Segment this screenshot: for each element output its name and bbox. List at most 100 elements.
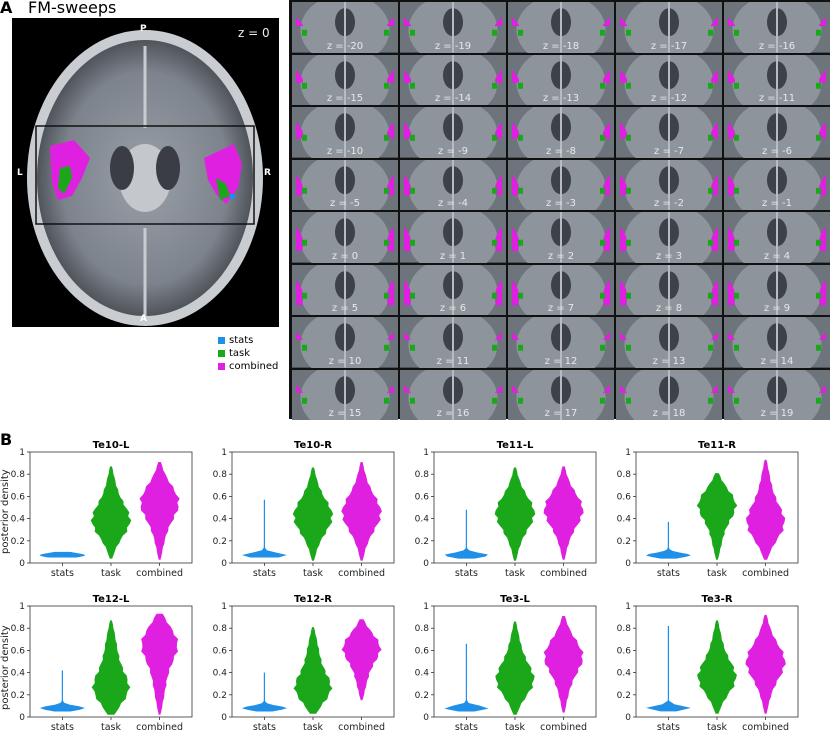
slice-tile: z = 6 [400, 264, 506, 315]
slice-label: z = 4 [763, 250, 791, 262]
slice-tile: z = 12 [508, 317, 614, 368]
violin-chart: Te12-L 0 0.2 0.4 0.6 0.8 1 stats task combined [0, 590, 194, 737]
slice-label: z = 11 [436, 355, 470, 367]
orient-right-label: R [264, 168, 271, 178]
slice-label: z = 8 [655, 303, 683, 314]
slice-tile: z = 8 [616, 264, 722, 315]
y-tick-label: 1 [19, 602, 25, 612]
legend-swatch [218, 350, 225, 357]
slice-tile: z = 11 [400, 317, 506, 368]
y-tick-label: 0.8 [213, 624, 228, 634]
y-tick-label: 0.2 [415, 537, 429, 547]
slice-label: z = -14 [434, 93, 472, 104]
slice-label: z = 6 [439, 303, 467, 314]
violin-chart: Te12-R 0 0.2 0.4 0.6 0.8 1 stats task combined [202, 590, 396, 737]
slice-tile: z = -4 [400, 159, 506, 210]
y-tick-label: 1 [19, 448, 25, 458]
x-tick-label: stats [51, 722, 74, 733]
axial-brain-image: P A L R z = 0 [12, 18, 279, 327]
x-tick-label: combined [540, 722, 587, 733]
slice-label: z = -20 [326, 40, 364, 52]
y-tick-label: 0.8 [415, 470, 430, 480]
slice-label: z = -10 [326, 145, 364, 157]
y-tick-label: 0.8 [617, 624, 632, 634]
slice-tile: z = 18 [616, 369, 722, 420]
slice-label: z = -13 [542, 93, 580, 104]
y-tick-label: 0.6 [617, 492, 632, 502]
x-tick-label: task [101, 568, 121, 579]
slice-tile: z = -18 [508, 2, 614, 53]
slice-label: z = 5 [331, 303, 359, 314]
x-tick-label: task [303, 568, 323, 579]
slice-label: z = -5 [330, 198, 360, 209]
y-tick-label: 0.6 [11, 492, 26, 502]
legend-item-stats: stats [218, 334, 278, 347]
slice-z-label: z = 0 [238, 26, 270, 40]
slice-label: z = 19 [760, 408, 794, 419]
x-tick-label: stats [657, 568, 680, 579]
slice-label: z = -1 [762, 198, 792, 209]
violin-chart: Te10-R 0 0.2 0.4 0.6 0.8 1 stats task combined [202, 436, 396, 583]
slice-tile: z = 7 [508, 264, 614, 315]
y-tick-label: 0.4 [11, 669, 26, 679]
slice-tile: z = -12 [616, 54, 722, 105]
slice-label: z = -18 [542, 40, 580, 52]
y-tick-label: 0.8 [617, 470, 632, 480]
slice-tile: z = 5 [292, 264, 398, 315]
violin-chart: Te11-R 0 0.2 0.4 0.6 0.8 1 stats task combined [606, 436, 800, 583]
slice-label: z = 1 [439, 250, 467, 262]
y-tick-label: 0 [625, 713, 631, 723]
slice-tile: z = 17 [508, 369, 614, 420]
slice-label: z = -2 [654, 198, 684, 209]
y-tick-label: 0.6 [11, 646, 26, 656]
slice-tile: z = -15 [292, 54, 398, 105]
y-tick-label: 0.8 [415, 624, 430, 634]
violin-svg: Te11-R 0 0.2 0.4 0.6 0.8 1 stats task combined [617, 440, 799, 579]
slice-label: z = 12 [544, 355, 578, 367]
slice-label: z = 3 [655, 250, 683, 262]
violin-chart: Te10-L 0 0.2 0.4 0.6 0.8 1 stats task combined [0, 436, 194, 583]
y-tick-label: 1 [221, 602, 227, 612]
slice-tile: z = -6 [724, 107, 830, 158]
slice-tile: z = 3 [616, 212, 722, 263]
x-tick-label: stats [51, 568, 74, 579]
y-tick-label: 0.2 [617, 691, 631, 701]
slice-tile: z = -8 [508, 107, 614, 158]
violin-chart: Te11-L 0 0.2 0.4 0.6 0.8 1 stats task combined [404, 436, 598, 583]
y-tick-label: 0 [221, 559, 227, 569]
y-tick-label: 0.4 [617, 669, 632, 679]
slice-tile: z = 2 [508, 212, 614, 263]
x-tick-label: task [303, 722, 323, 733]
slice-label: z = -17 [650, 40, 688, 52]
slice-tile: z = -3 [508, 159, 614, 210]
slice-label: z = -16 [758, 40, 796, 52]
y-tick-label: 1 [423, 602, 429, 612]
y-tick-label: 0 [423, 713, 429, 723]
slice-tile: z = 1 [400, 212, 506, 263]
slice-label: z = -4 [438, 198, 468, 209]
x-tick-label: task [505, 722, 525, 733]
slice-tile: z = 9 [724, 264, 830, 315]
chart-title: Te12-L [93, 594, 130, 605]
chart-title: Te12-R [294, 594, 332, 605]
y-tick-label: 0.4 [415, 515, 430, 525]
legend-label: stats [229, 335, 254, 346]
slice-label: z = 17 [544, 408, 578, 419]
y-tick-label: 1 [221, 448, 227, 458]
x-tick-label: task [707, 568, 727, 579]
slice-tile: z = 19 [724, 369, 830, 420]
chart-title: Te11-R [698, 440, 736, 451]
chart-title: Te10-R [294, 440, 332, 451]
slice-tile: z = -16 [724, 2, 830, 53]
violin-svg: Te3-R 0 0.2 0.4 0.6 0.8 1 stats task combined [617, 594, 799, 733]
violin-svg: Te10-R 0 0.2 0.4 0.6 0.8 1 stats task combined [213, 440, 395, 579]
x-tick-label: combined [338, 722, 385, 733]
orient-bottom-label: A [140, 314, 147, 324]
y-tick-label: 0.6 [415, 492, 430, 502]
slice-tile: z = -13 [508, 54, 614, 105]
slice-tile: z = 13 [616, 317, 722, 368]
slice-tile: z = 15 [292, 369, 398, 420]
slice-tile: z = 10 [292, 317, 398, 368]
legend-item-task: task [218, 347, 278, 360]
slice-label: z = -7 [654, 145, 684, 157]
